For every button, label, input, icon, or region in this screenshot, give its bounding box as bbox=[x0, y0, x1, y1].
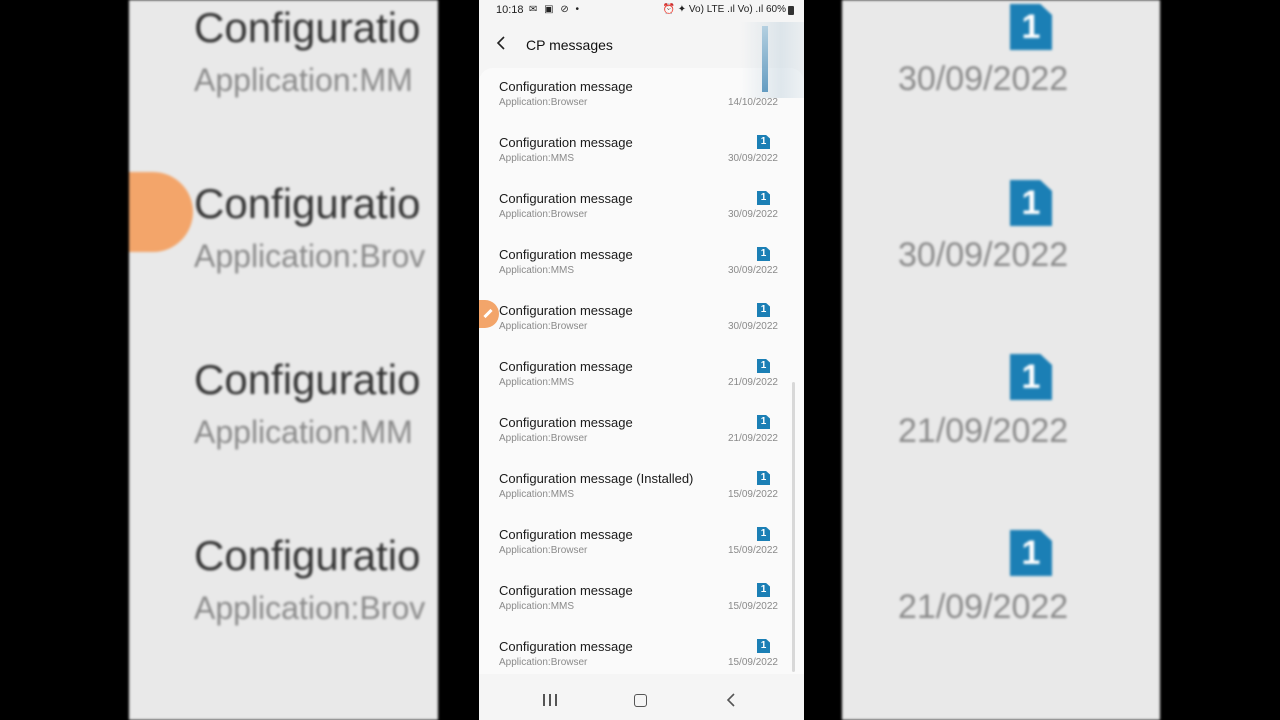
message-title: Configuration message bbox=[499, 415, 633, 430]
message-application: Application:Browser bbox=[499, 209, 588, 220]
list-item[interactable]: Configuration message 1 Application:MMS … bbox=[479, 348, 804, 404]
nav-back-icon[interactable] bbox=[725, 693, 739, 707]
message-title: Configuration message bbox=[499, 639, 633, 654]
list-item[interactable]: Configuration message 1 Application:MMS … bbox=[479, 124, 804, 180]
message-application: Application:Browser bbox=[499, 433, 588, 444]
message-date: 15/09/2022 bbox=[727, 657, 778, 668]
sim-1-icon: 1 bbox=[757, 415, 770, 429]
sim-1-icon: 1 bbox=[757, 135, 770, 149]
message-application: Application:MMS bbox=[499, 601, 575, 612]
message-title: Configuration message bbox=[499, 303, 633, 318]
battery-icon bbox=[788, 6, 794, 15]
zoomed-title: Configuratio bbox=[194, 532, 421, 579]
zoomed-background-left: Configuratio Application:MM Configuratio… bbox=[129, 0, 438, 720]
zoomed-date: 21/09/2022 bbox=[898, 588, 1069, 626]
message-application: Application:Browser bbox=[499, 97, 588, 108]
sim-1-icon: 1 bbox=[757, 303, 770, 317]
message-date: 30/09/2022 bbox=[727, 265, 778, 276]
watermark-logo bbox=[762, 26, 768, 92]
watermark bbox=[741, 22, 804, 98]
list-item[interactable]: Configuration message 1 Application:MMS … bbox=[479, 572, 804, 628]
sim-1-icon: 1 bbox=[757, 359, 770, 373]
recents-icon[interactable] bbox=[543, 694, 557, 706]
sim-1-icon: 1 bbox=[1010, 4, 1052, 50]
sim-1-icon: 1 bbox=[757, 191, 770, 205]
message-application: Application:Browser bbox=[499, 545, 588, 556]
scrollbar[interactable] bbox=[792, 382, 795, 672]
home-icon[interactable] bbox=[634, 694, 647, 707]
zoomed-subtitle: Application:Brov bbox=[194, 238, 426, 274]
message-date: 15/09/2022 bbox=[727, 489, 778, 500]
status-indicators: ⏰ ✦ Vo) LTE .ıl Vo) .ıl 60% bbox=[662, 4, 786, 15]
message-application: Application:MMS bbox=[499, 265, 575, 276]
message-application: Application:MMS bbox=[499, 489, 575, 500]
message-application: Application:Browser bbox=[499, 321, 588, 332]
zoomed-title: Configuratio bbox=[194, 356, 421, 403]
message-title: Configuration message (Installed) bbox=[499, 471, 694, 486]
zoomed-date: 30/09/2022 bbox=[898, 236, 1069, 274]
message-date: 15/09/2022 bbox=[727, 545, 778, 556]
video-frame: Configuratio Application:MM Configuratio… bbox=[0, 0, 1280, 720]
sim-1-icon: 1 bbox=[757, 471, 770, 485]
message-title: Configuration message bbox=[499, 191, 633, 206]
page-title: CP messages bbox=[526, 37, 613, 53]
message-title: Configuration message bbox=[499, 527, 633, 542]
status-bar: 10:18 ✉ ▣ ⊘ • ⏰ ✦ Vo) LTE .ıl Vo) .ıl 60… bbox=[479, 0, 804, 22]
message-date: 21/09/2022 bbox=[727, 433, 778, 444]
sim-1-icon: 1 bbox=[757, 639, 770, 653]
message-title: Configuration message bbox=[499, 79, 633, 94]
message-date: 15/09/2022 bbox=[727, 601, 778, 612]
sim-1-icon: 1 bbox=[757, 583, 770, 597]
message-date: 21/09/2022 bbox=[727, 377, 778, 388]
edit-fab-zoomed bbox=[129, 172, 193, 252]
sim-1-icon: 1 bbox=[757, 247, 770, 261]
list-item[interactable]: Configuration message 1 Application:Brow… bbox=[479, 404, 804, 460]
message-date: 30/09/2022 bbox=[727, 153, 778, 164]
message-application: Application:MMS bbox=[499, 153, 575, 164]
message-title: Configuration message bbox=[499, 359, 633, 374]
list-item[interactable]: Configuration message 1 Application:Brow… bbox=[479, 628, 804, 674]
zoomed-subtitle: Application:Brov bbox=[194, 590, 426, 626]
sim-1-icon: 1 bbox=[1010, 354, 1052, 400]
zoomed-subtitle: Application:MM bbox=[194, 414, 413, 450]
back-arrow-icon[interactable] bbox=[494, 35, 510, 51]
message-date: 14/10/2022 bbox=[727, 97, 778, 108]
zoomed-date: 30/09/2022 bbox=[898, 60, 1069, 98]
status-time: 10:18 bbox=[496, 4, 524, 16]
zoomed-background-right: 1 30/09/2022 1 30/09/2022 1 21/09/2022 1… bbox=[842, 0, 1160, 720]
sim-1-icon: 1 bbox=[1010, 530, 1052, 576]
list-item[interactable]: Configuration message 1 Application:Brow… bbox=[479, 292, 804, 348]
message-application: Application:MMS bbox=[499, 377, 575, 388]
sim-1-icon: 1 bbox=[1010, 180, 1052, 226]
phone-screen: 10:18 ✉ ▣ ⊘ • ⏰ ✦ Vo) LTE .ıl Vo) .ıl 60… bbox=[479, 0, 804, 720]
zoomed-title: Configuratio bbox=[194, 180, 421, 227]
navigation-bar bbox=[479, 680, 804, 720]
zoomed-subtitle: Application:MM bbox=[194, 62, 413, 98]
message-date: 30/09/2022 bbox=[727, 209, 778, 220]
sim-1-icon: 1 bbox=[757, 527, 770, 541]
message-list[interactable]: Configuration message Application:Browse… bbox=[479, 68, 804, 674]
zoomed-date: 21/09/2022 bbox=[898, 412, 1069, 450]
message-title: Configuration message bbox=[499, 135, 633, 150]
list-item[interactable]: Configuration message 1 Application:Brow… bbox=[479, 516, 804, 572]
zoomed-title: Configuratio bbox=[194, 4, 421, 51]
message-title: Configuration message bbox=[499, 583, 633, 598]
message-application: Application:Browser bbox=[499, 657, 588, 668]
list-item[interactable]: Configuration message 1 Application:MMS … bbox=[479, 236, 804, 292]
list-item[interactable]: Configuration message 1 Application:Brow… bbox=[479, 180, 804, 236]
message-title: Configuration message bbox=[499, 247, 633, 262]
list-item[interactable]: Configuration message (Installed) 1 Appl… bbox=[479, 460, 804, 516]
notification-icons: ✉ ▣ ⊘ • bbox=[529, 4, 582, 15]
message-date: 30/09/2022 bbox=[727, 321, 778, 332]
